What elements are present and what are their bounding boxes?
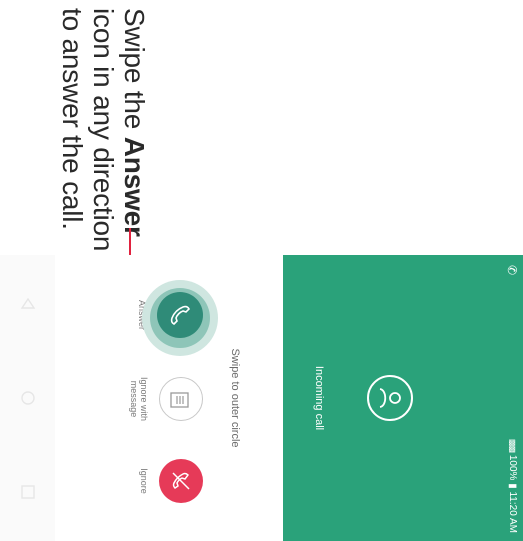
caption-line-2: icon in any direction xyxy=(88,8,119,252)
recent-apps-icon[interactable] xyxy=(19,483,37,501)
signal-icon: ▩▩ xyxy=(508,438,517,453)
status-right: ▩▩ 100% ▮ 11:20 AM xyxy=(501,439,523,533)
caption-answer-keyword: Answer xyxy=(119,136,150,237)
answer-button[interactable] xyxy=(157,292,203,338)
message-icon xyxy=(170,392,189,408)
incoming-call-screen: ✆ ▩▩ 100% ▮ 11:20 AM Incoming call Swipe… xyxy=(0,255,523,541)
reply-label-line-1: Ignore with xyxy=(139,376,149,422)
status-bar: ✆ ▩▩ 100% ▮ 11:20 AM xyxy=(501,255,523,541)
caption-line-1-text: Swipe the xyxy=(119,8,150,137)
home-icon[interactable] xyxy=(19,389,37,407)
battery-percent: 100% xyxy=(507,454,518,481)
answer-phone-icon xyxy=(170,305,190,325)
ignore-button[interactable] xyxy=(159,459,203,503)
phone-screen: ✆ ▩▩ 100% ▮ 11:20 AM Incoming call Swipe… xyxy=(0,255,523,541)
ignore-action[interactable]: Ignore xyxy=(139,441,203,521)
instruction-text: Swipe the Answer icon in any direction t… xyxy=(0,0,150,255)
caption-line-3: to answer the call. xyxy=(57,8,88,230)
caption-line-1: Swipe the Answer xyxy=(119,0,150,255)
battery-icon: ▮ xyxy=(507,483,518,489)
reply-label-line-2: message xyxy=(129,380,139,418)
ignore-with-message-button[interactable] xyxy=(159,377,203,421)
back-icon[interactable] xyxy=(19,295,37,313)
navigation-bar xyxy=(0,255,55,541)
status-time: 11:20 AM xyxy=(507,491,518,533)
contact-avatar-icon xyxy=(367,375,413,421)
call-status-text: Incoming call xyxy=(313,365,325,431)
phone-icon: ✆ xyxy=(505,265,519,276)
ignore-with-message-action[interactable]: Ignore with message xyxy=(129,359,203,439)
decline-phone-icon xyxy=(172,472,190,490)
swipe-hint: Swipe to outer circle xyxy=(229,348,241,448)
caller-header: ✆ ▩▩ 100% ▮ 11:20 AM Incoming call xyxy=(283,255,523,541)
ignore-label: Ignore xyxy=(139,468,149,494)
answer-action[interactable]: Answer xyxy=(137,275,218,356)
instruction-caption: Swipe the Answer icon in any direction t… xyxy=(0,0,150,255)
ignore-with-message-label: Ignore with message xyxy=(129,359,149,439)
